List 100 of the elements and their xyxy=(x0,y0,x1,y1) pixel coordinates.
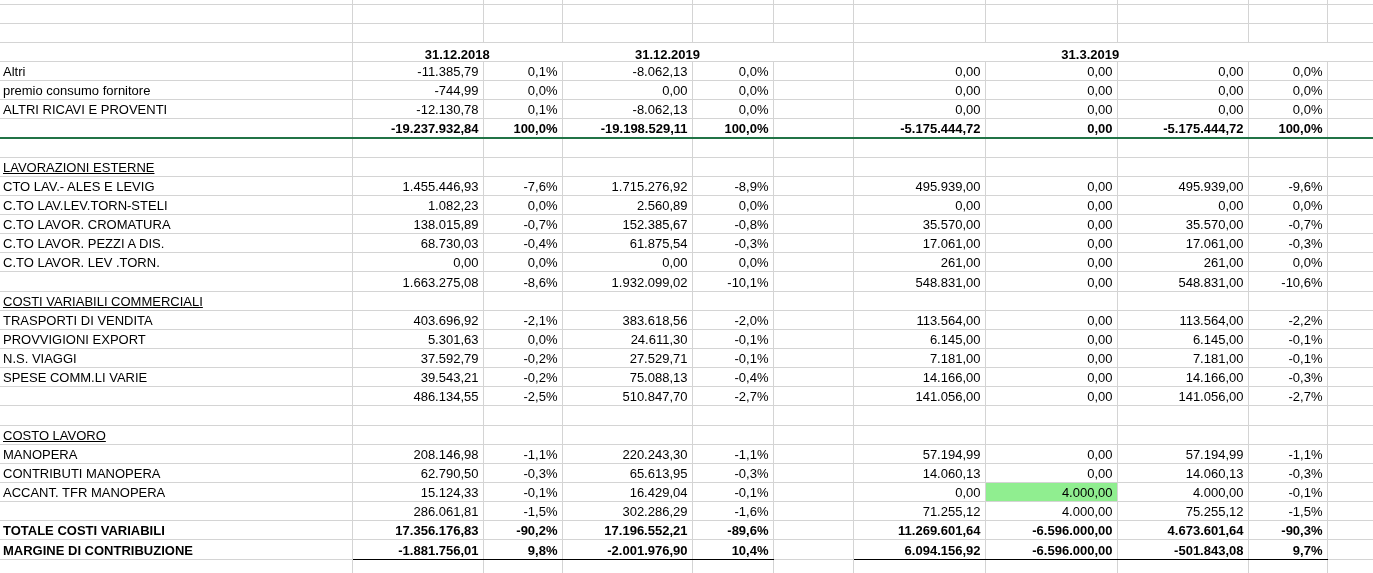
table-cell: 0,00 xyxy=(985,195,1117,215)
table-cell: 35.570,00 xyxy=(853,214,985,234)
table-cell: -0,3% xyxy=(1248,367,1327,387)
table-cell: 11.269.601,64 xyxy=(853,520,985,540)
row-label: premio consumo fornitore xyxy=(3,83,151,99)
table-cell: 6.145,00 xyxy=(853,329,985,349)
table-cell: 0,00 xyxy=(985,271,1117,292)
table-cell: 0,0% xyxy=(1248,61,1327,81)
table-cell: 495.939,00 xyxy=(1117,176,1248,196)
table-cell: 17.061,00 xyxy=(1117,233,1248,253)
table-cell: -9,6% xyxy=(1248,176,1327,196)
table-cell: -7,6% xyxy=(483,176,562,196)
table-cell: 10,4% xyxy=(692,539,773,560)
table-cell: 152.385,67 xyxy=(562,214,692,234)
table-cell: 495.939,00 xyxy=(853,176,985,196)
row-label: TOTALE COSTI VARIABILI xyxy=(3,523,165,539)
table-cell: -5.175.444,72 xyxy=(853,118,985,138)
table-cell: -0,1% xyxy=(692,348,773,368)
table-cell: 7.181,00 xyxy=(1117,348,1248,368)
table-cell: 4.673.601,64 xyxy=(1117,520,1248,540)
table-cell: 14.060,13 xyxy=(853,463,985,483)
table-cell: 62.790,50 xyxy=(352,463,483,483)
table-cell: 39.543,21 xyxy=(352,367,483,387)
table-cell: -0,1% xyxy=(1248,482,1327,502)
table-cell: 14.166,00 xyxy=(1117,367,1248,387)
table-cell: 0,00 xyxy=(985,329,1117,349)
table-cell: 14.166,00 xyxy=(853,367,985,387)
table-cell: 71.255,12 xyxy=(853,501,985,521)
table-cell: 61.875,54 xyxy=(562,233,692,253)
table-cell: 0,00 xyxy=(985,61,1117,81)
row-label: C.TO LAV.LEV.TORN-STELI xyxy=(3,198,168,214)
table-cell: 5.301,63 xyxy=(352,329,483,349)
table-cell: -1,5% xyxy=(1248,501,1327,521)
table-cell: 57.194,99 xyxy=(1117,444,1248,464)
table-cell: 0,00 xyxy=(853,99,985,119)
table-cell: -0,1% xyxy=(692,329,773,349)
row-label: ALTRI RICAVI E PROVENTI xyxy=(3,102,168,118)
table-cell: 24.611,30 xyxy=(562,329,692,349)
table-cell: 0,00 xyxy=(985,99,1117,119)
table-cell: 35.570,00 xyxy=(1117,214,1248,234)
table-cell: 0,00 xyxy=(1117,195,1248,215)
table-cell: -0,3% xyxy=(1248,463,1327,483)
table-cell: 27.529,71 xyxy=(562,348,692,368)
table-cell: 138.015,89 xyxy=(352,214,483,234)
table-cell: 9,8% xyxy=(483,539,562,560)
table-cell: -2,5% xyxy=(483,386,562,406)
table-cell: 141.056,00 xyxy=(853,386,985,406)
table-cell: 302.286,29 xyxy=(562,501,692,521)
table-cell: -2,1% xyxy=(483,310,562,330)
table-cell: 0,00 xyxy=(985,444,1117,464)
table-cell: 0,00 xyxy=(985,233,1117,253)
table-cell: 2.560,89 xyxy=(562,195,692,215)
table-cell: 286.061,81 xyxy=(352,501,483,521)
table-cell: 0,00 xyxy=(985,367,1117,387)
table-cell: -0,1% xyxy=(1248,329,1327,349)
table-cell: 37.592,79 xyxy=(352,348,483,368)
table-cell: 0,00 xyxy=(985,463,1117,483)
table-cell: -2,0% xyxy=(692,310,773,330)
table-cell: 0,0% xyxy=(692,195,773,215)
table-cell: 1.663.275,08 xyxy=(352,271,483,292)
row-label: TRASPORTI DI VENDITA xyxy=(3,312,153,328)
table-cell: -0,3% xyxy=(1248,233,1327,253)
table-cell: 0,00 xyxy=(1117,80,1248,100)
table-cell: 548.831,00 xyxy=(853,271,985,292)
table-cell: 1.082,23 xyxy=(352,195,483,215)
table-cell: 0,0% xyxy=(692,61,773,81)
table-cell: 100,0% xyxy=(483,118,562,138)
table-cell: 14.060,13 xyxy=(1117,463,1248,483)
table-cell: -11.385,79 xyxy=(352,61,483,81)
row-label: C.TO LAVOR. PEZZI A DIS. xyxy=(3,236,165,252)
table-cell: 113.564,00 xyxy=(853,310,985,330)
section-heading: COSTO LAVORO xyxy=(3,427,106,443)
table-cell: 0,00 xyxy=(985,176,1117,196)
table-cell: -2.001.976,90 xyxy=(562,539,692,560)
table-cell: 0,00 xyxy=(1117,99,1248,119)
table-cell: 0,00 xyxy=(985,80,1117,100)
table-cell: 17.356.176,83 xyxy=(352,520,483,540)
table-cell: 0,00 xyxy=(352,252,483,272)
table-cell: 4.000,00 xyxy=(1117,482,1248,502)
table-cell: -1,6% xyxy=(692,501,773,521)
table-cell: 0,1% xyxy=(483,61,562,81)
table-cell: 1.715.276,92 xyxy=(562,176,692,196)
period-header: 31.12.2019 xyxy=(634,46,701,62)
table-cell: 141.056,00 xyxy=(1117,386,1248,406)
table-cell: 100,0% xyxy=(692,118,773,138)
table-cell: -1,5% xyxy=(483,501,562,521)
table-cell: 57.194,99 xyxy=(853,444,985,464)
table-cell: 486.134,55 xyxy=(352,386,483,406)
table-cell: -0,1% xyxy=(483,482,562,502)
table-cell: 208.146,98 xyxy=(352,444,483,464)
table-cell: 0,0% xyxy=(1248,80,1327,100)
table-cell: -6.596.000,00 xyxy=(985,520,1117,540)
table-cell: -744,99 xyxy=(352,80,483,100)
table-cell: -89,6% xyxy=(692,520,773,540)
table-cell: 0,0% xyxy=(1248,252,1327,272)
table-cell: 0,00 xyxy=(985,118,1117,138)
row-label: C.TO LAVOR. CROMATURA xyxy=(3,217,171,233)
table-cell: 510.847,70 xyxy=(562,386,692,406)
table-cell: -0,2% xyxy=(483,348,562,368)
table-cell: 0,00 xyxy=(985,310,1117,330)
